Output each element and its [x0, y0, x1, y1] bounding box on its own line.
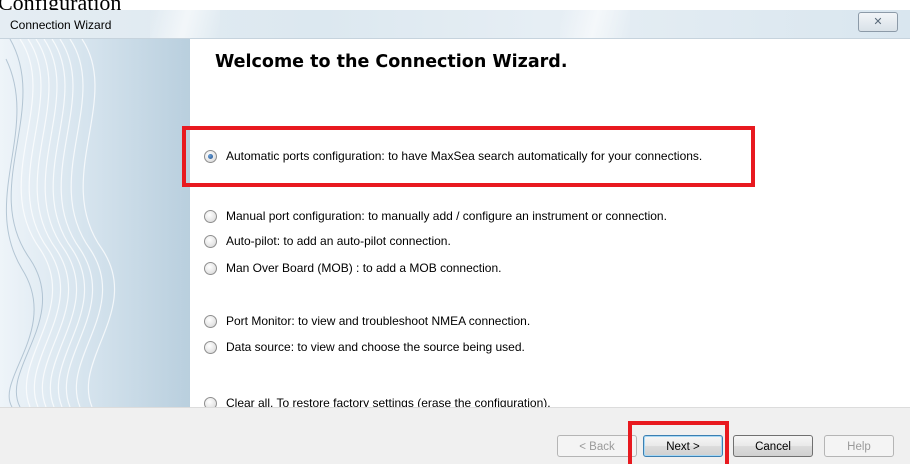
window-title: Connection Wizard: [10, 18, 112, 32]
help-button[interactable]: Help: [824, 435, 894, 457]
option-data-source[interactable]: Data source: to view and choose the sour…: [204, 338, 525, 356]
close-button[interactable]: ✕: [858, 12, 898, 32]
option-man-over-board[interactable]: Man Over Board (MOB) : to add a MOB conn…: [204, 259, 501, 277]
option-label: Man Over Board (MOB) : to add a MOB conn…: [226, 261, 502, 275]
highlight-box-next-button: [628, 421, 729, 464]
option-label: Manual port configuration: to manually a…: [226, 209, 667, 223]
wizard-banner-graphic: [0, 39, 190, 407]
radio-button[interactable]: [204, 234, 217, 248]
highlight-box-automatic-option: [182, 126, 755, 187]
radio-button[interactable]: [204, 209, 217, 223]
option-label: Data source: to view and choose the sour…: [226, 340, 525, 354]
option-auto-pilot[interactable]: Auto-pilot: to add an auto-pilot connect…: [204, 232, 451, 250]
radio-button[interactable]: [204, 340, 217, 354]
title-bar-glare: [150, 10, 220, 38]
option-manual-port[interactable]: Manual port configuration: to manually a…: [204, 207, 667, 225]
close-icon: ✕: [873, 16, 883, 28]
option-label: Auto-pilot: to add an auto-pilot connect…: [226, 234, 451, 248]
wave-lines-graphic: [5, 39, 115, 407]
radio-button[interactable]: [204, 314, 217, 328]
radio-button[interactable]: [204, 261, 217, 275]
option-label: Port Monitor: to view and troubleshoot N…: [226, 314, 531, 328]
title-bar-glare: [560, 10, 630, 38]
option-port-monitor[interactable]: Port Monitor: to view and troubleshoot N…: [204, 312, 530, 330]
connection-wizard-window: Connection Wizard ✕ Welcome to the Conne…: [0, 10, 910, 464]
wizard-heading: Welcome to the Connection Wizard.: [215, 52, 568, 72]
back-button[interactable]: < Back: [557, 435, 637, 457]
cancel-button[interactable]: Cancel: [733, 435, 813, 457]
title-bar: Connection Wizard ✕: [0, 10, 910, 39]
